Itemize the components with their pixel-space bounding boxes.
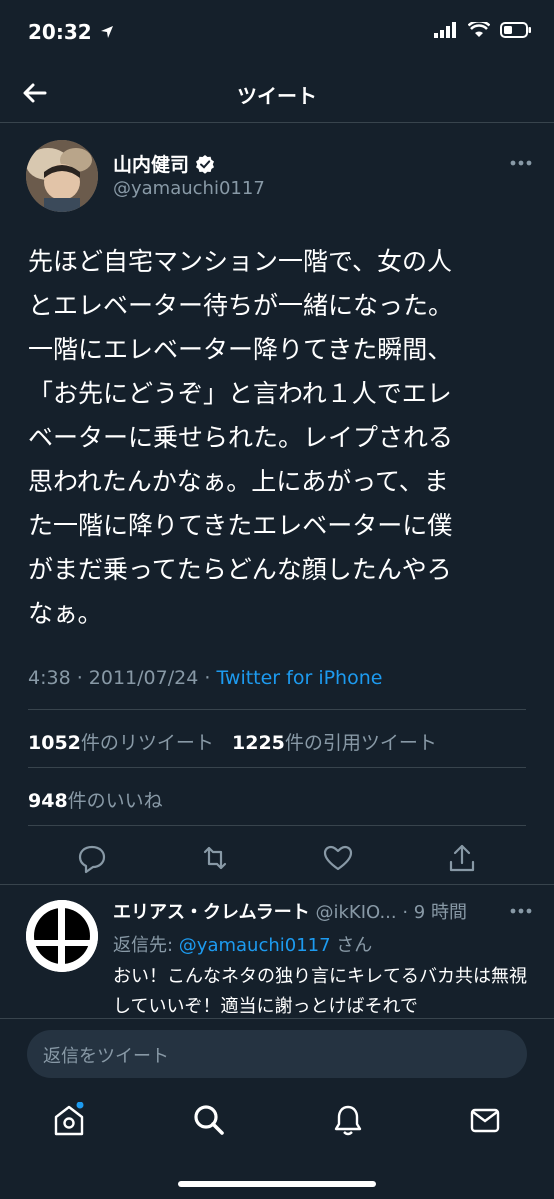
share-icon[interactable]: [442, 838, 482, 878]
reply-more-options-icon[interactable]: [510, 908, 532, 914]
stats-divider: [28, 767, 526, 768]
tweet-source-link[interactable]: Twitter for iPhone: [216, 667, 382, 689]
home-icon[interactable]: [51, 1102, 87, 1138]
page-title: ツイート: [237, 84, 317, 108]
messages-envelope-icon[interactable]: [467, 1102, 503, 1138]
notification-dot: [76, 1102, 84, 1109]
status-time: 20:32: [28, 20, 115, 44]
tweet-time: 4:38: [28, 667, 71, 689]
tweet-date: 2011/07/24: [88, 667, 199, 689]
notifications-bell-icon[interactable]: [330, 1102, 366, 1138]
retweet-number: 1052: [28, 732, 81, 754]
quote-count[interactable]: 1225件の引用ツイート: [232, 728, 437, 755]
retweet-label: 件のリツイート: [80, 732, 214, 754]
retweet-count[interactable]: 1052件のリツイート: [28, 728, 214, 755]
reply-icon[interactable]: [72, 838, 112, 878]
reply-author[interactable]: エリアス・クレムラート @ikKIO... · 9 時間: [113, 898, 467, 924]
like-label: 件のいいね: [67, 790, 163, 812]
like-number: 948: [28, 790, 68, 812]
reply-to: 返信先: @yamauchi0117 さん: [113, 931, 372, 957]
author-handle[interactable]: @yamauchi0117: [113, 178, 265, 199]
action-bar: [0, 838, 554, 878]
reply-handle-time: @ikKIO... · 9 時間: [309, 902, 467, 923]
status-icons: [434, 22, 532, 38]
location-arrow-icon: [100, 26, 113, 38]
tweet-meta: 4:38 · 2011/07/24 · Twitter for iPhone: [28, 667, 382, 689]
tweet-text: 先ほど自宅マンション一階で、女の人 とエレベーター待ちが一緒になった。 一階にエ…: [28, 247, 454, 628]
home-indicator[interactable]: [178, 1181, 376, 1187]
battery-icon: [500, 22, 531, 38]
search-icon[interactable]: [191, 1102, 227, 1138]
reply-text: おい！こんなネタの独り言にキレてるバカ共は無視していいぞ！適当に謝っとけばそれで: [113, 966, 527, 1017]
reply-avatar[interactable]: [26, 900, 98, 972]
meta-separator: ·: [70, 667, 89, 689]
like-count[interactable]: 948件のいいね: [28, 786, 163, 813]
avatar-photo: [26, 140, 98, 212]
author-name[interactable]: 山内健司: [113, 150, 215, 177]
reply-to-suffix: さん: [330, 935, 373, 956]
compose-placeholder: 返信をツイート: [43, 1046, 169, 1067]
quote-label: 件の引用ツイート: [284, 732, 437, 754]
likes-divider: [28, 825, 526, 826]
reply-to-mention[interactable]: @yamauchi0117: [179, 935, 331, 956]
verified-badge-icon: [196, 154, 215, 174]
author-name-text: 山内健司: [113, 154, 190, 176]
signal-icon: [434, 22, 456, 38]
meta-divider: [28, 709, 526, 710]
avatar[interactable]: [26, 140, 98, 212]
wifi-icon: [468, 22, 490, 37]
like-heart-icon[interactable]: [318, 838, 358, 878]
header-divider: [0, 122, 554, 123]
quote-number: 1225: [232, 732, 285, 754]
reply-author-name: エリアス・クレムラート: [113, 902, 310, 923]
retweet-icon[interactable]: [195, 838, 235, 878]
meta-separator-2: ·: [198, 667, 217, 689]
reply-to-prefix: 返信先:: [113, 935, 179, 956]
smash-logo-icon: [26, 900, 98, 972]
more-options-icon[interactable]: [510, 160, 532, 166]
actions-divider: [0, 884, 554, 885]
reply-compose-input[interactable]: 返信をツイート: [27, 1030, 527, 1078]
